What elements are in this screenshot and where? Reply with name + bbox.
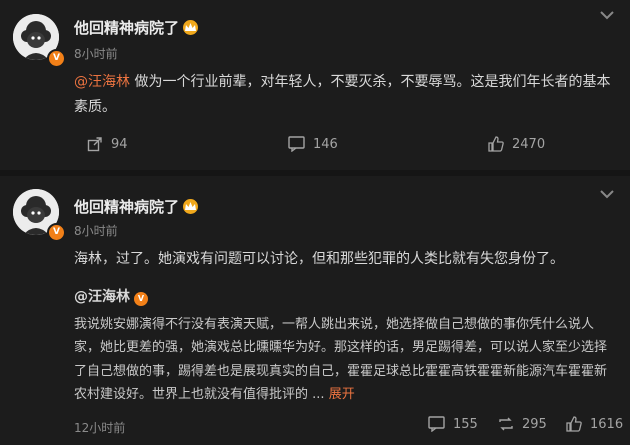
username-text[interactable]: 他回精神病院了 [74,19,179,37]
share-icon [87,137,102,152]
post-card-1: V 他回精神病院了 8小时前 @汪海林 做为一个行业前辈，对年轻人，不要灭杀，不… [0,0,630,170]
expand-link[interactable]: 展开 [329,387,355,402]
quoted-time[interactable]: 12小时前 [74,419,125,436]
like-count: 1616 [590,416,624,432]
thumbs-up-icon [566,416,582,432]
mention-link[interactable]: @汪海林 [74,74,130,90]
verified-badge-icon: V [134,292,148,306]
username-text[interactable]: 他回精神病院了 [74,198,179,216]
username[interactable]: 他回精神病院了 [74,17,199,38]
comment-button[interactable]: 155 [428,416,478,432]
quoted-author-name[interactable]: @汪海林 [74,289,130,305]
comment-icon [288,136,305,152]
retweet-button[interactable]: 295 [498,416,547,432]
post-time[interactable]: 8小时前 [74,45,118,62]
share-button[interactable]: 94 [87,136,128,152]
comment-count: 146 [313,136,338,152]
retweet-icon [499,417,513,431]
comment-count: 155 [453,416,478,432]
verified-badge-icon: V [47,223,66,242]
verified-badge-icon: V [47,49,66,68]
like-count: 2470 [512,136,546,152]
post-card-2: V 他回精神病院了 8小时前 海林，过了。她演戏有问题可以讨论，但和那些犯罪的人… [0,176,630,445]
comment-icon [428,416,445,432]
quoted-post[interactable]: @汪海林 V 我说姚安娜演得不行没有表演天赋，一帮人跳出来说，她选择做自己想做的事… [74,286,614,407]
crown-icon [183,199,199,214]
retweet-count: 295 [522,416,547,432]
quoted-text: 我说姚安娜演得不行没有表演天赋，一帮人跳出来说，她选择做自己想做的事你凭什么说人… [74,313,614,407]
like-button[interactable]: 2470 [488,136,545,152]
like-button[interactable]: 1616 [566,416,623,432]
crown-icon [183,20,199,35]
quoted-author[interactable]: @汪海林 V [74,286,614,310]
ellipsis: ... [312,387,325,402]
comment-button[interactable]: 146 [288,136,338,152]
share-count: 94 [111,136,128,152]
username[interactable]: 他回精神病院了 [74,196,199,217]
post-text: @汪海林 做为一个行业前辈，对年轻人，不要灭杀，不要辱骂。这是我们年长者的基本素… [74,70,614,120]
chevron-down-icon[interactable] [600,189,614,199]
thumbs-up-icon [488,136,504,152]
post-body: 做为一个行业前辈，对年轻人，不要灭杀，不要辱骂。这是我们年长者的基本素质。 [74,74,611,115]
post-time[interactable]: 8小时前 [74,222,118,239]
post-text: 海林，过了。她演戏有问题可以讨论，但和那些犯罪的人类比就有失您身份了。 [74,251,564,267]
chevron-down-icon[interactable] [600,10,614,20]
